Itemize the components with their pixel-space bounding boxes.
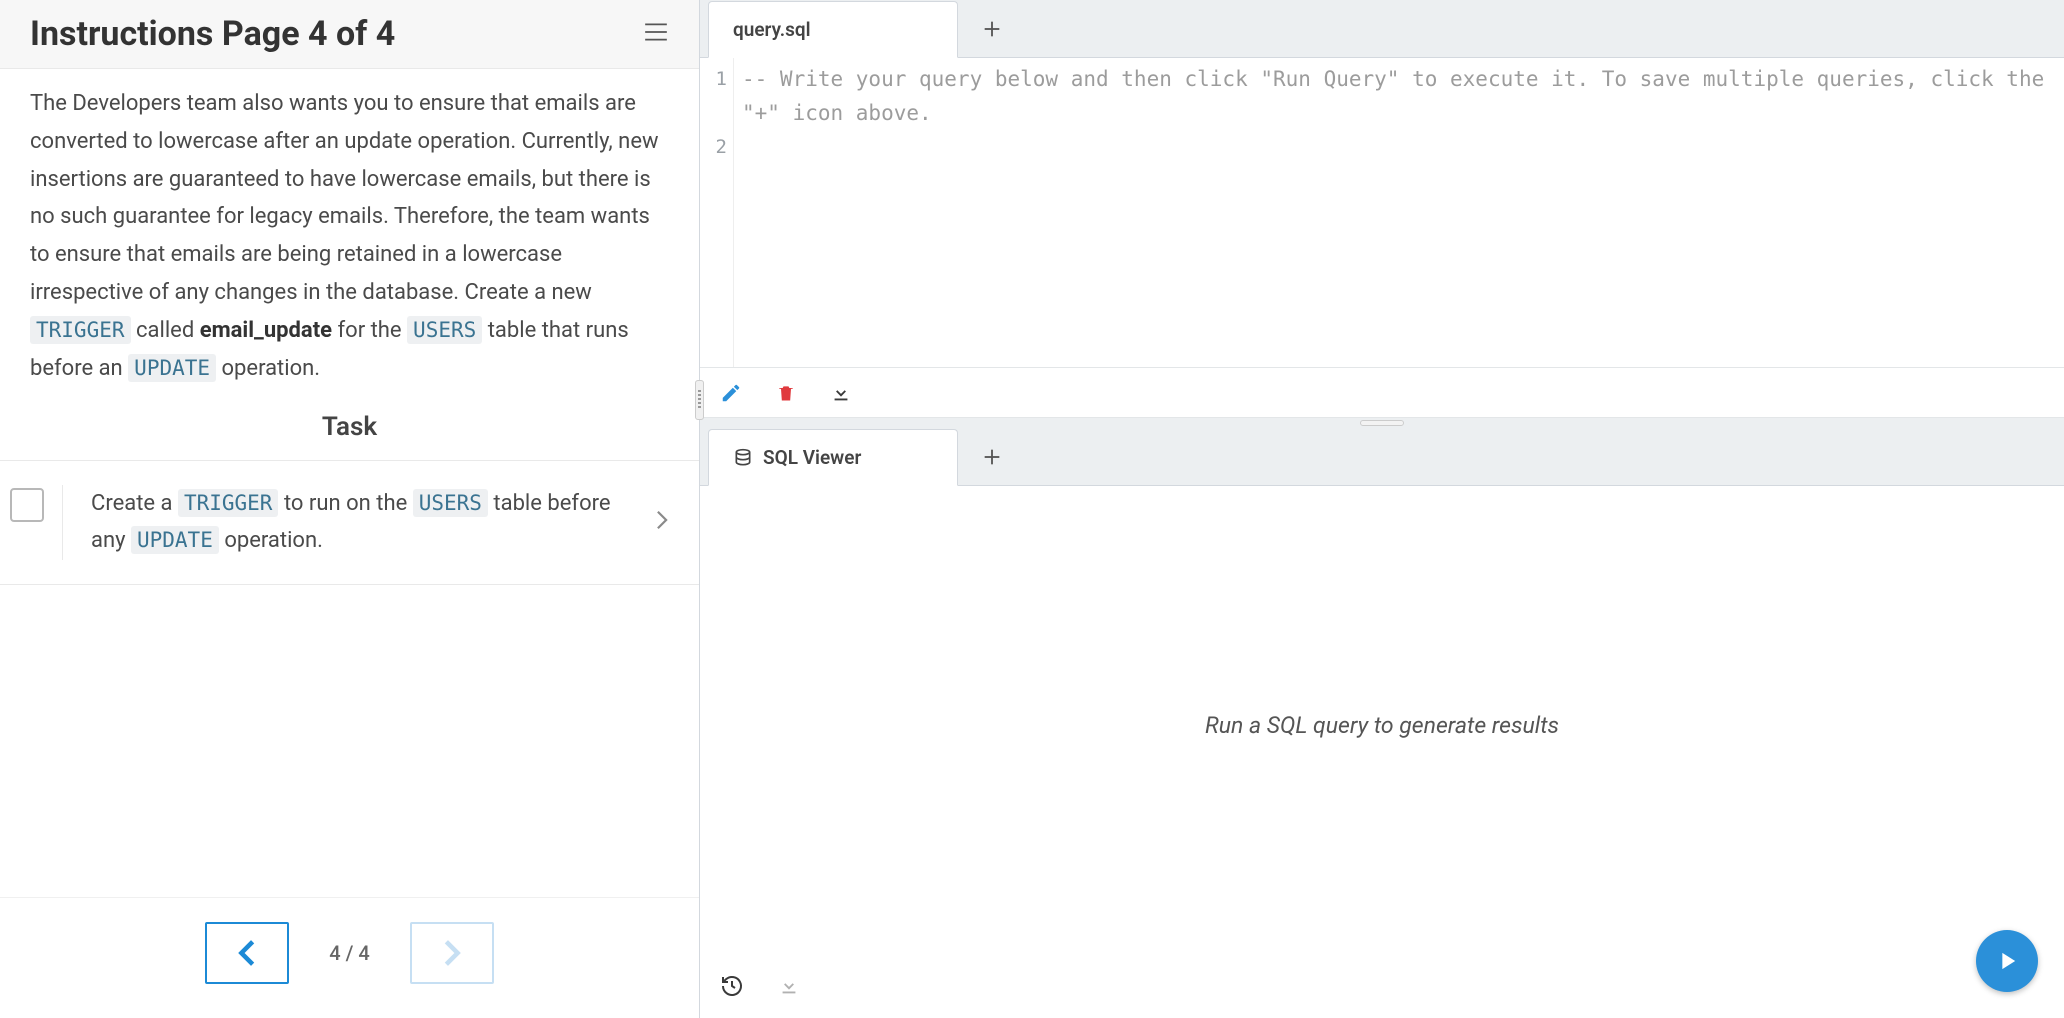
task-list: Create a TRIGGER to run on the USERS tab… [0,460,699,586]
code-update: UPDATE [131,526,219,554]
viewer-toolbar [700,964,2064,1018]
page-indicator: 4 / 4 [329,941,369,965]
add-editor-tab-button[interactable] [964,0,1020,57]
task-text: Create a TRIGGER to run on the USERS tab… [91,485,637,561]
viewer-tab-label: SQL Viewer [763,446,861,469]
history-icon[interactable] [720,974,744,998]
code-users: USERS [407,316,482,344]
editor-tab-label: query.sql [733,18,811,41]
menu-icon[interactable] [643,21,669,47]
app-root: Instructions Page 4 of 4 The Developers … [0,0,2064,1018]
viewer-tabbar: SQL Viewer [700,428,2064,486]
task-part: operation. [224,528,323,553]
instr-part: operation. [222,356,321,381]
instructions-body: The Developers team also wants you to en… [0,69,699,398]
editor-toolbar [700,368,2064,418]
instructions-header: Instructions Page 4 of 4 [0,0,699,69]
code-trigger: TRIGGER [30,316,131,344]
add-viewer-tab-button[interactable] [964,428,1020,485]
pencil-icon[interactable] [720,382,742,404]
sql-viewer: Run a SQL query to generate results [700,486,2064,1018]
task-heading: Task [0,398,699,460]
code-users: USERS [413,489,488,517]
prev-page-button[interactable] [205,922,289,984]
viewer-tab[interactable]: SQL Viewer [708,429,958,486]
editor-tab[interactable]: query.sql [708,1,958,58]
code-update: UPDATE [128,354,216,382]
workspace-panel: query.sql 1 2 -- Write your query below … [700,0,2064,1018]
task-row[interactable]: Create a TRIGGER to run on the USERS tab… [0,461,699,585]
vertical-resize-handle[interactable] [695,380,704,420]
task-part: Create a [91,491,178,516]
line-number: 1 [700,62,733,130]
instructions-title: Instructions Page 4 of 4 [30,14,395,54]
task-part: to run on the [284,491,413,516]
instr-part: called [136,318,200,343]
task-checkbox-wrap [10,485,44,525]
code-trigger: TRIGGER [178,489,279,517]
editor-tabbar: query.sql [700,0,2064,58]
code-text[interactable]: -- Write your query below and then click… [734,58,2064,367]
trigger-name: email_update [200,318,332,343]
instr-part: for the [338,318,408,343]
line-number: 2 [700,130,733,164]
trash-icon[interactable] [776,382,796,404]
download-icon[interactable] [778,975,800,997]
instructions-panel: Instructions Page 4 of 4 The Developers … [0,0,700,1018]
code-editor[interactable]: 1 2 -- Write your query below and then c… [700,58,2064,368]
horizontal-resize-handle[interactable] [700,418,2064,428]
next-page-button[interactable] [410,922,494,984]
line-gutter: 1 2 [700,58,734,367]
download-icon[interactable] [830,382,852,404]
instr-part: The Developers team also wants you to en… [30,91,659,305]
run-query-button[interactable] [1976,930,2038,992]
viewer-empty-message: Run a SQL query to generate results [700,486,2064,964]
task-divider [62,485,63,561]
instructions-footer: 4 / 4 [0,897,699,1018]
database-icon [733,448,753,468]
chevron-right-icon[interactable] [655,509,669,535]
task-checkbox[interactable] [10,488,44,522]
